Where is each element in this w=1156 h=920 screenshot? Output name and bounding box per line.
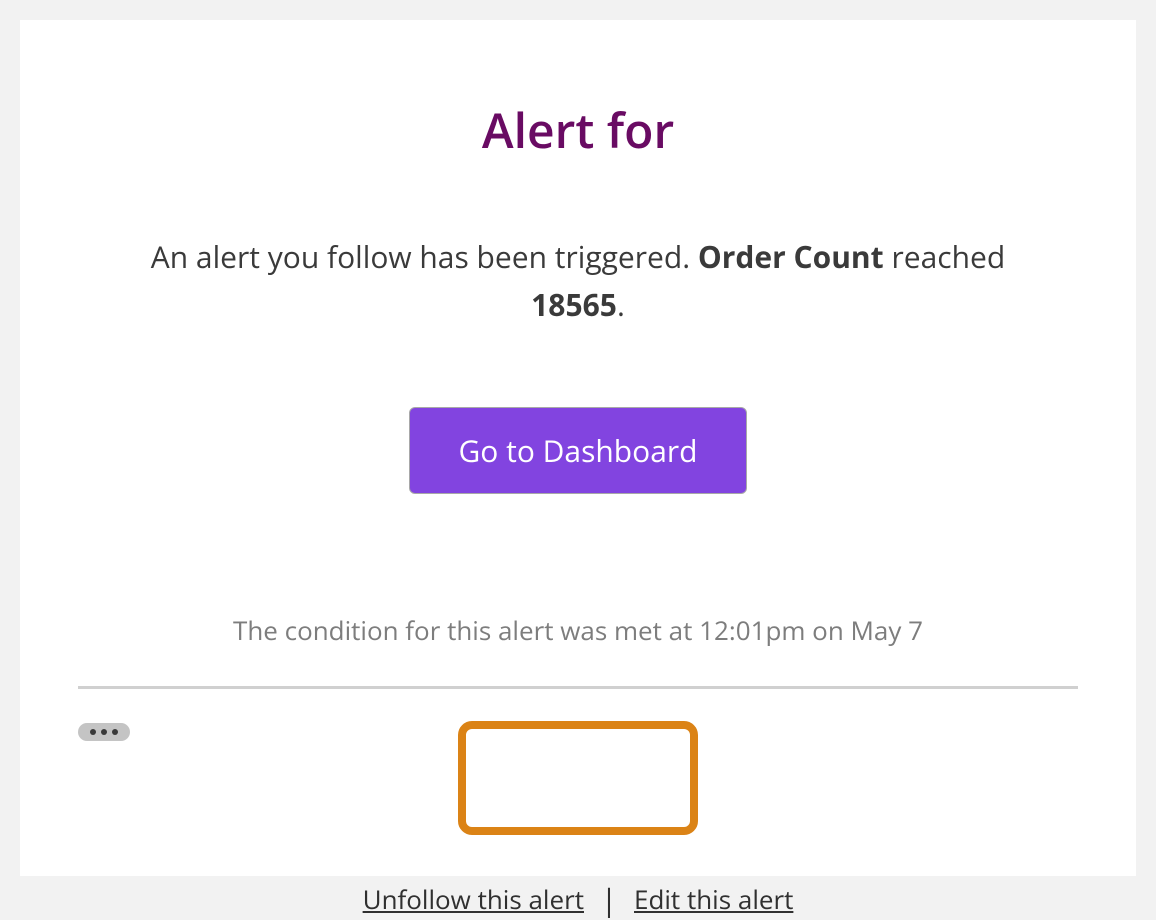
alert-title: Alert for	[20, 98, 1136, 163]
message-mid: reached	[884, 236, 1006, 277]
alert-card: Alert for An alert you follow has been t…	[20, 20, 1136, 876]
condition-text: The condition for this alert was met at …	[20, 612, 1136, 648]
more-options-icon[interactable]	[78, 723, 130, 741]
edit-alert-link[interactable]: Edit this alert	[634, 881, 793, 917]
message-metric: Order Count	[698, 236, 884, 277]
message-suffix: .	[617, 284, 625, 325]
message-value: 18565	[531, 284, 617, 325]
highlight-box	[458, 721, 698, 835]
lower-section: Unfollow this alert | Edit this alert	[20, 689, 1136, 918]
footer-separator: |	[601, 879, 617, 920]
button-container: Go to Dashboard	[20, 407, 1136, 494]
unfollow-alert-link[interactable]: Unfollow this alert	[363, 881, 584, 917]
alert-message: An alert you follow has been triggered. …	[118, 233, 1038, 329]
message-prefix: An alert you follow has been triggered.	[151, 236, 698, 277]
footer-links: Unfollow this alert | Edit this alert	[20, 877, 1136, 918]
go-to-dashboard-button[interactable]: Go to Dashboard	[409, 407, 746, 494]
